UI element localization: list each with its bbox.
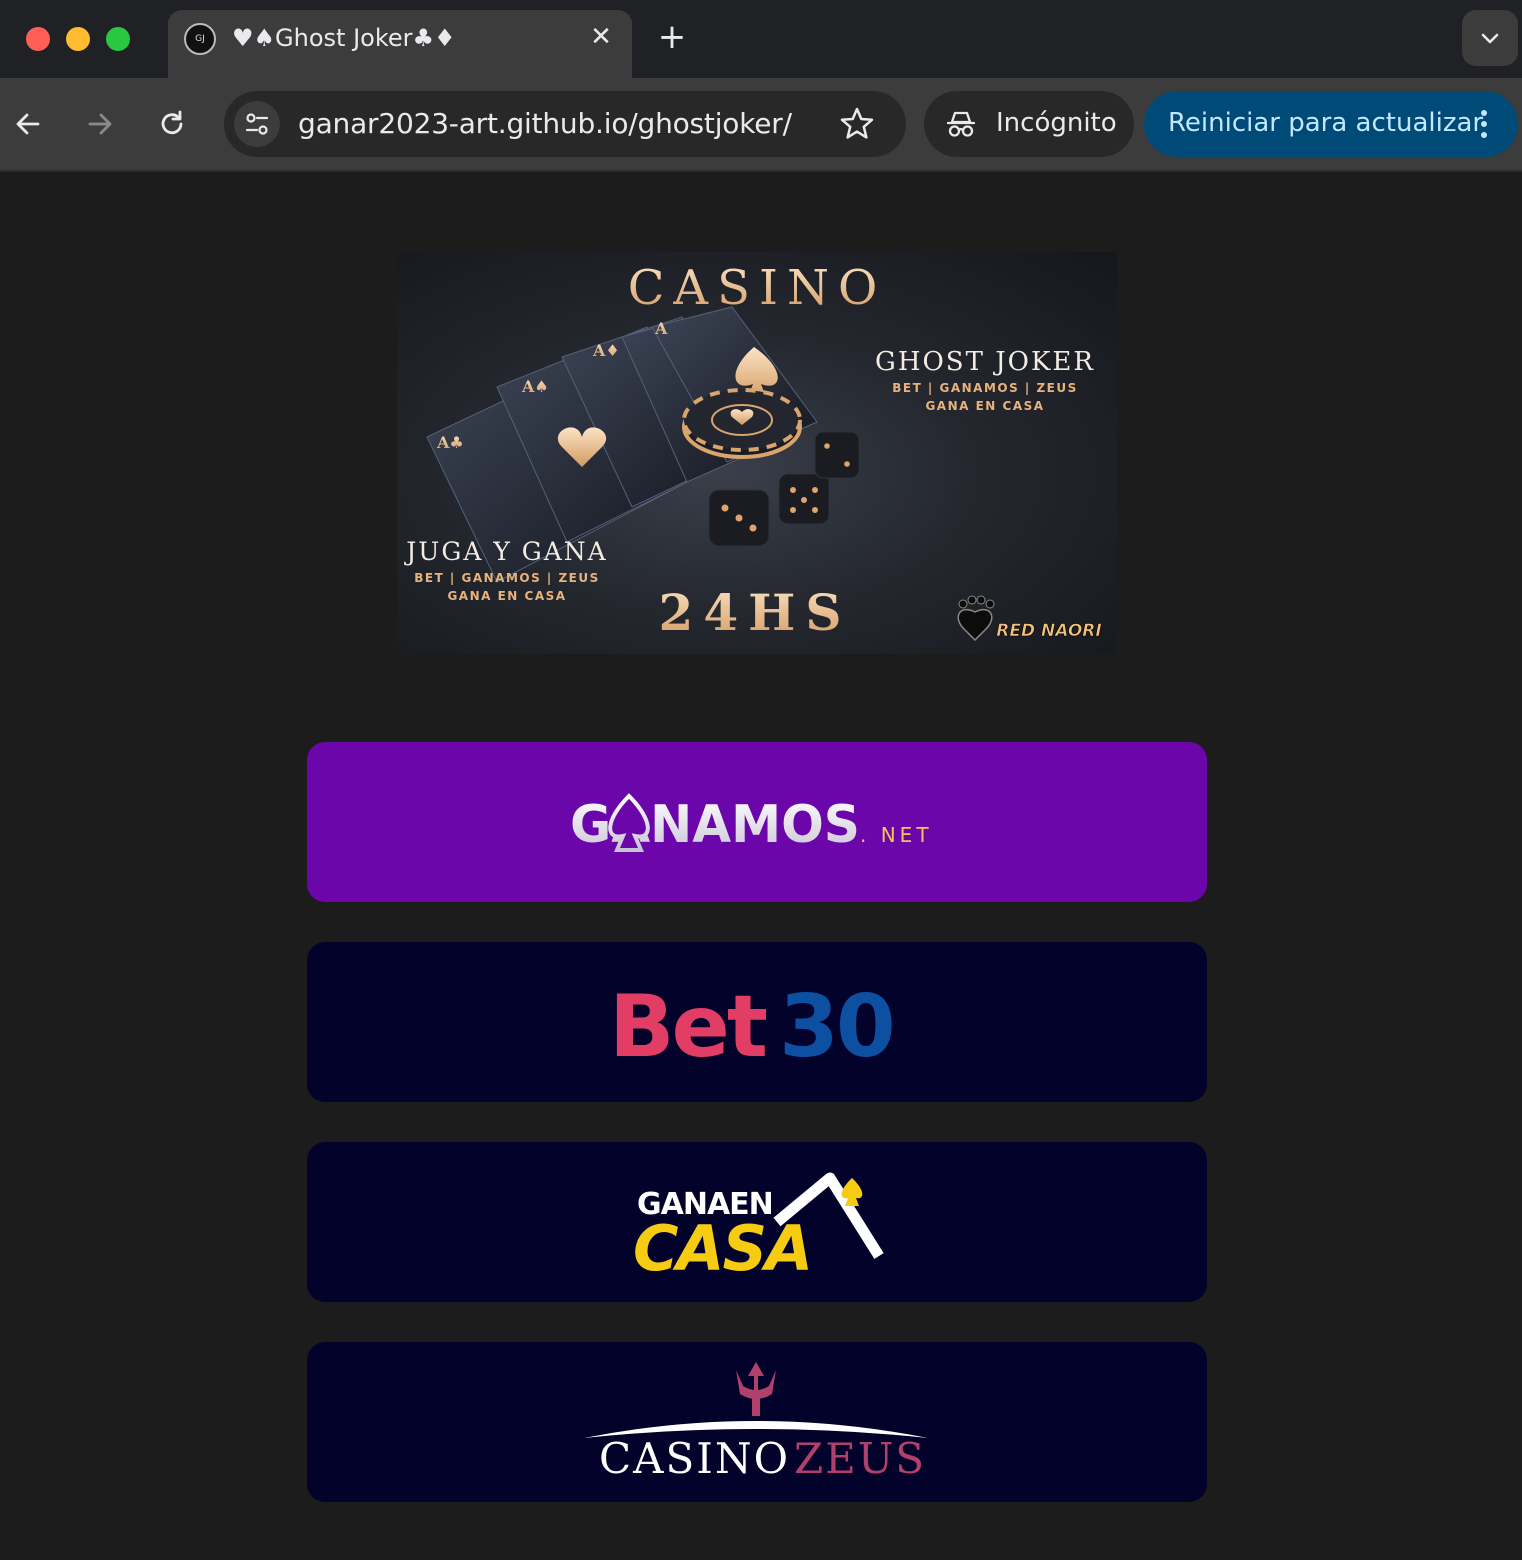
bet30-link-button[interactable]: Bet 30 (307, 942, 1207, 1102)
ganaencasa-logo-bottom: CASA (633, 1212, 811, 1285)
minimize-window-button[interactable] (66, 27, 90, 51)
back-button[interactable] (6, 102, 50, 146)
incognito-indicator[interactable]: Incógnito (924, 91, 1134, 157)
chevron-down-icon (1481, 33, 1499, 44)
more-vert-icon[interactable] (1474, 109, 1494, 139)
banner-brand-sub1: BET | GANAMOS | ZEUS (892, 381, 1078, 395)
trident-icon (736, 1362, 776, 1416)
tab-close-button[interactable]: ✕ (586, 22, 616, 52)
tab-title: ♥♠Ghost Joker♣♦ (232, 24, 456, 52)
update-label: Reiniciar para actualizar (1168, 108, 1484, 138)
new-tab-button[interactable]: + (656, 20, 688, 54)
restart-to-update-button[interactable]: Reiniciar para actualizar (1144, 91, 1518, 157)
svg-text:A♦: A♦ (592, 341, 620, 360)
tab-search-button[interactable] (1462, 10, 1518, 66)
incognito-label: Incógnito (996, 108, 1117, 138)
ganamos-link-button[interactable]: GANAMOS . NET (307, 742, 1207, 902)
site-info-button[interactable] (234, 101, 280, 147)
casinozeus-logo-text-a: CASINO (599, 1434, 790, 1483)
ghost-joker-favicon-icon: GJ (184, 23, 216, 55)
arrow-left-icon (16, 113, 40, 135)
poker-chip-illustration (682, 388, 802, 459)
banner-brand: GHOST JOKER (875, 347, 1095, 377)
banner-credit: RED NAORI (996, 621, 1101, 641)
paw-heart-logo-icon (957, 595, 995, 642)
active-tab[interactable]: GJ ♥♠Ghost Joker♣♦ ✕ (168, 10, 632, 78)
browser-toolbar: ganar2023-art.github.io/ghostjoker/ Incó… (0, 78, 1522, 172)
tab-strip: GJ ♥♠Ghost Joker♣♦ ✕ + (0, 0, 1522, 78)
bookmark-star-icon[interactable] (838, 105, 876, 143)
forward-button[interactable] (78, 102, 122, 146)
incognito-icon (946, 111, 976, 137)
reload-icon (161, 110, 183, 135)
casinozeus-logo-text-b: ZEUS (794, 1434, 926, 1483)
url-text[interactable]: ganar2023-art.github.io/ghostjoker/ (298, 107, 792, 140)
page-viewport: A♣ A♠ A♦ A CASINO GHOST JOKER BET | GANA… (0, 172, 1522, 1560)
reload-button[interactable] (150, 102, 194, 146)
ganaencasa-link-button[interactable]: GANAEN CASA (307, 1142, 1207, 1302)
svg-text:A: A (654, 319, 668, 338)
maximize-window-button[interactable] (106, 27, 130, 51)
casino-banner-image: A♣ A♠ A♦ A CASINO GHOST JOKER BET | GANA… (397, 252, 1117, 654)
banner-tagline-sub2: GANA EN CASA (447, 589, 566, 603)
casinozeus-link-button[interactable]: CASINO ZEUS (307, 1342, 1207, 1502)
close-window-button[interactable] (26, 27, 50, 51)
banner-tagline: JUGA Y GANA (403, 537, 607, 566)
banner-heading: CASINO (628, 260, 887, 316)
svg-text:A♠: A♠ (521, 377, 549, 396)
banner-hours: 24HS (659, 583, 852, 642)
bet30-logo-text-a: Bet (609, 977, 767, 1077)
ganamos-logo-suffix: . NET (860, 823, 933, 847)
bet30-logo-text-b: 30 (779, 977, 893, 1077)
tune-icon (245, 113, 269, 135)
address-bar[interactable]: ganar2023-art.github.io/ghostjoker/ (224, 91, 906, 157)
banner-brand-sub2: GANA EN CASA (925, 399, 1044, 413)
banner-tagline-sub1: BET | GANAMOS | ZEUS (414, 571, 600, 585)
svg-text:A♣: A♣ (436, 433, 464, 452)
arrow-right-icon (88, 113, 112, 135)
